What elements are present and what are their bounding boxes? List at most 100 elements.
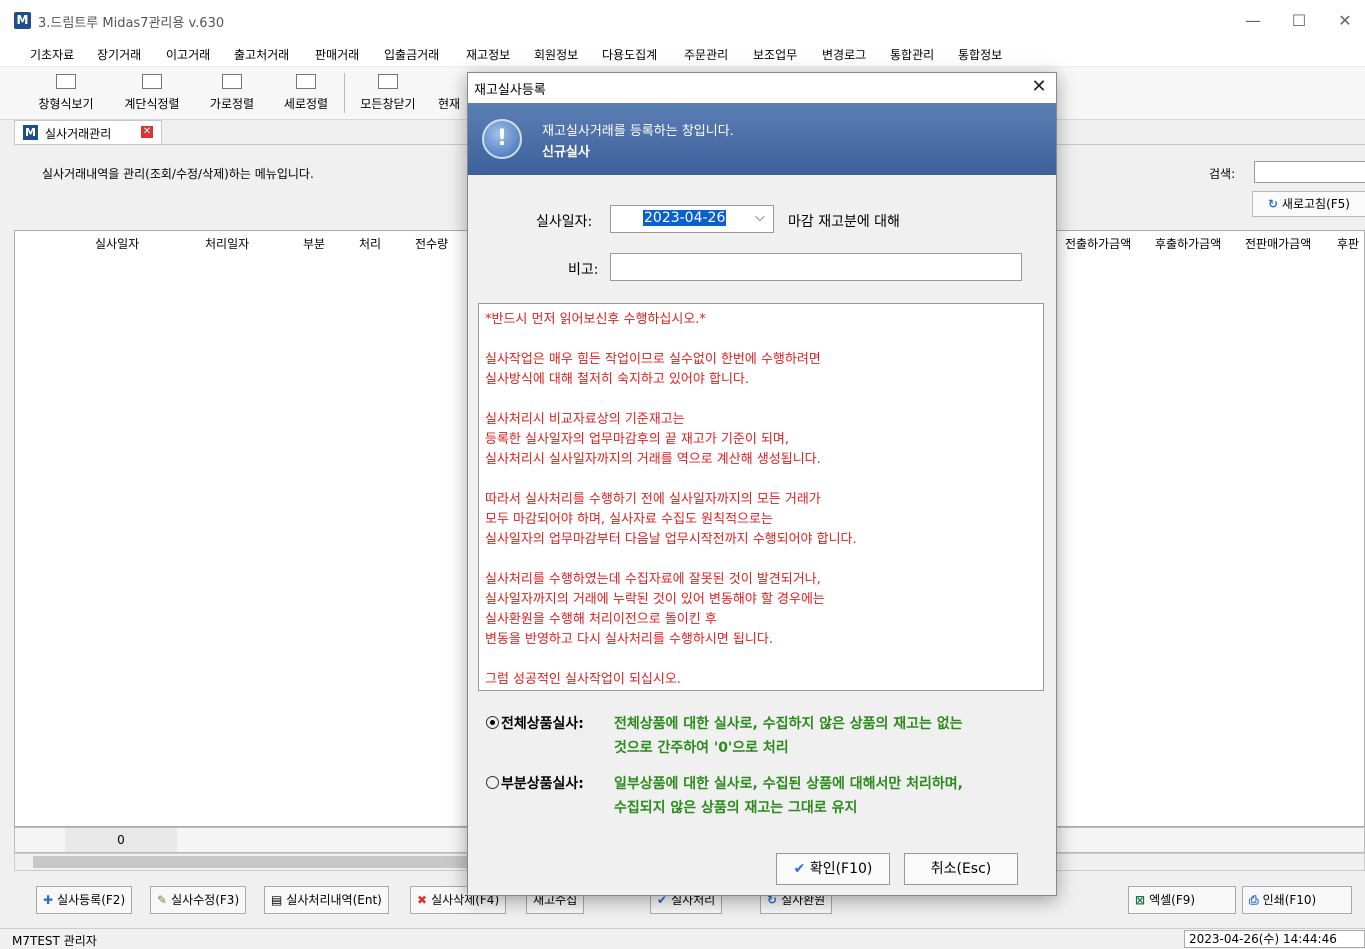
- notice-line: 실사작업은 매우 힘든 작업이므로 실수없이 한번에 수행하려면: [485, 352, 821, 367]
- full-inspection-radio[interactable]: 전체상품실사:: [486, 713, 584, 733]
- dialog-footer: ✔ 확인(F10) 취소(Esc): [468, 843, 1056, 895]
- menu-basic-data[interactable]: 기초자료: [30, 46, 74, 63]
- column-header[interactable]: 전수량: [415, 235, 448, 252]
- inventory-inspection-dialog: 재고실사등록 ✕ ! 재고실사거래를 등록하는 창입니다. 신규실사 실사일자:…: [467, 72, 1057, 896]
- menu-cash-trade[interactable]: 입출금거래: [384, 46, 439, 63]
- menu-transfer-trade[interactable]: 이고거래: [166, 46, 210, 63]
- menu-outbound-trade[interactable]: 출고처거래: [234, 46, 289, 63]
- list-icon: ▤: [271, 893, 283, 907]
- minimize-button[interactable]: —: [1230, 6, 1276, 36]
- window-titlebar: M 3.드림트루 Midas7관리용 v.630 — ☐ ✕: [0, 0, 1365, 43]
- cascade-button[interactable]: 계단식정렬: [116, 71, 188, 115]
- dialog-title: 재고실사등록: [474, 83, 546, 98]
- close-all-button[interactable]: 모든창닫기: [352, 71, 424, 115]
- column-header[interactable]: 처리: [359, 235, 381, 252]
- cascade-icon: [142, 74, 162, 89]
- menu-multi-summary[interactable]: 다용도집계: [602, 46, 657, 63]
- refresh-icon: ↻: [1268, 197, 1279, 211]
- document-tab[interactable]: M 실사거래관리 ✕: [14, 120, 162, 145]
- tile-vertical-icon: [296, 74, 316, 89]
- tab-close-icon[interactable]: ✕: [141, 126, 153, 138]
- column-header[interactable]: 후판: [1337, 235, 1359, 252]
- menu-long-term-trade[interactable]: 장기거래: [97, 46, 141, 63]
- add-inspection-button[interactable]: ✚ 실사등록(F2): [36, 886, 133, 914]
- confirm-button[interactable]: ✔ 확인(F10): [776, 853, 890, 885]
- maximize-button[interactable]: ☐: [1276, 6, 1322, 36]
- full-inspection-desc: 전체상품에 대한 실사로, 수집하지 않은 상품의 재고는 없는: [614, 716, 963, 732]
- chevron-down-icon[interactable]: ⌵: [755, 210, 765, 225]
- pencil-icon: ✎: [157, 893, 168, 907]
- column-header[interactable]: 실사일자: [95, 235, 139, 252]
- notice-line: 등록한 실사일자의 업무마감후의 끝 재고가 기준이 되며,: [485, 432, 790, 447]
- status-user: M7TEST 관리자: [12, 934, 97, 948]
- inspection-date-label: 실사일자:: [536, 214, 593, 230]
- notice-line: 모두 마감되어야 하며, 실사자료 수집도 원칙적으로는: [485, 512, 773, 527]
- radio-selected-icon: [486, 716, 499, 729]
- column-header[interactable]: 처리일자: [205, 235, 249, 252]
- notice-line: 실사처리시 비교자료상의 기준재고는: [485, 412, 685, 427]
- tile-horizontal-button[interactable]: 가로정렬: [202, 71, 262, 115]
- menu-change-log[interactable]: 변경로그: [822, 46, 866, 63]
- excel-icon: ⊠: [1135, 893, 1146, 907]
- notice-line: 변동을 반영하고 다시 실사처리를 수행하시면 됩니다.: [485, 632, 773, 647]
- partial-inspection-radio[interactable]: 부분상품실사:: [486, 773, 584, 793]
- window-view-button[interactable]: 창형식보기: [30, 71, 102, 115]
- edit-inspection-button[interactable]: ✎ 실사수정(F3): [150, 886, 247, 914]
- column-header[interactable]: 전판매가금액: [1245, 235, 1311, 252]
- delete-icon: ✖: [417, 893, 428, 907]
- inspection-date-picker[interactable]: 2023-04-26 ⌵: [610, 205, 774, 233]
- app-logo: M: [14, 12, 31, 29]
- menu-inventory-info[interactable]: 재고정보: [466, 46, 510, 63]
- inspection-date-value: 2023-04-26: [643, 210, 727, 226]
- current-label: 현재: [438, 97, 461, 111]
- column-header[interactable]: 전출하가금액: [1065, 235, 1131, 252]
- full-inspection-desc: 것으로 간주하여 '0'으로 처리: [614, 740, 789, 756]
- memo-label: 비고:: [568, 262, 599, 278]
- close-window-button[interactable]: ✕: [1322, 6, 1365, 36]
- menu-integrated-mgmt[interactable]: 통합관리: [890, 46, 934, 63]
- notice-line: 실사처리를 수행하였는데 수집자료에 잘못된 것이 발견되거나,: [485, 572, 821, 587]
- confirm-label: 확인(F10): [809, 861, 873, 877]
- menu-member-info[interactable]: 회원정보: [534, 46, 578, 63]
- toolbar-separator: [344, 73, 345, 113]
- page-description: 실사거래내역을 관리(조회/수정/삭제)하는 메뉴입니다.: [42, 167, 314, 181]
- dialog-close-icon[interactable]: ✕: [1024, 75, 1054, 99]
- window-title: 3.드림트루 Midas7관리용 v.630: [38, 16, 225, 31]
- search-label: 검색:: [1209, 167, 1236, 181]
- notice-line: 그럼 성공적인 실사작업이 되십시오.: [485, 672, 681, 687]
- memo-input[interactable]: [610, 253, 1022, 281]
- notice-line: *반드시 먼저 읽어보신후 수행하십시오.*: [485, 312, 706, 327]
- search-input[interactable]: [1254, 161, 1365, 183]
- notice-line: 실사환원을 수행해 처리이전으로 돌이킨 후: [485, 612, 717, 627]
- notice-line: 실사방식에 대해 철저히 숙지하고 있어야 합니다.: [485, 372, 749, 387]
- inspection-history-button[interactable]: ▤ 실사처리내역(Ent): [264, 886, 389, 914]
- partial-inspection-desc: 수집되지 않은 상품의 재고는 그대로 유지: [614, 800, 858, 816]
- print-label: 인쇄(F10): [1262, 893, 1317, 907]
- status-bar: M7TEST 관리자 2023-04-26(수) 14:44:46: [0, 928, 1365, 949]
- plus-icon: ✚: [43, 893, 54, 907]
- menu-sales-trade[interactable]: 판매거래: [315, 46, 359, 63]
- notice-line: 실사일자의 업무마감부터 다음날 업무시작전까지 수행되어야 합니다.: [485, 532, 857, 547]
- close-all-icon: [378, 74, 398, 89]
- printer-icon: ⎙: [1249, 893, 1259, 907]
- inspection-date-suffix: 마감 재고분에 대해: [788, 214, 900, 230]
- refresh-button[interactable]: ↻ 새로고침(F5): [1252, 191, 1365, 217]
- notice-line: 실사처리시 실사일자까지의 거래를 역으로 계산해 생성됩니다.: [485, 452, 821, 467]
- column-header[interactable]: 후출하가금액: [1155, 235, 1221, 252]
- partial-inspection-desc: 일부상품에 대한 실사로, 수집된 상품에 대해서만 처리하며,: [614, 776, 963, 792]
- dialog-banner: ! 재고실사거래를 등록하는 창입니다. 신규실사: [468, 103, 1056, 175]
- tile-vertical-button[interactable]: 세로정렬: [276, 71, 336, 115]
- current-button[interactable]: 현재: [438, 71, 466, 115]
- menu-aux-work[interactable]: 보조업무: [753, 46, 797, 63]
- banner-description: 재고실사거래를 등록하는 창입니다.: [542, 124, 734, 139]
- print-button[interactable]: ⎙ 인쇄(F10): [1242, 886, 1352, 914]
- radio-unselected-icon: [486, 776, 499, 789]
- menu-order-mgmt[interactable]: 주문관리: [684, 46, 728, 63]
- column-header[interactable]: 부분: [303, 235, 325, 252]
- menu-integrated-info[interactable]: 통합정보: [958, 46, 1002, 63]
- cancel-button[interactable]: 취소(Esc): [904, 853, 1018, 885]
- excel-button[interactable]: ⊠ 엑셀(F9): [1128, 886, 1236, 914]
- add-inspection-label: 실사등록(F2): [57, 893, 126, 907]
- banner-mode: 신규실사: [542, 145, 590, 160]
- full-inspection-label: 전체상품실사:: [501, 716, 584, 732]
